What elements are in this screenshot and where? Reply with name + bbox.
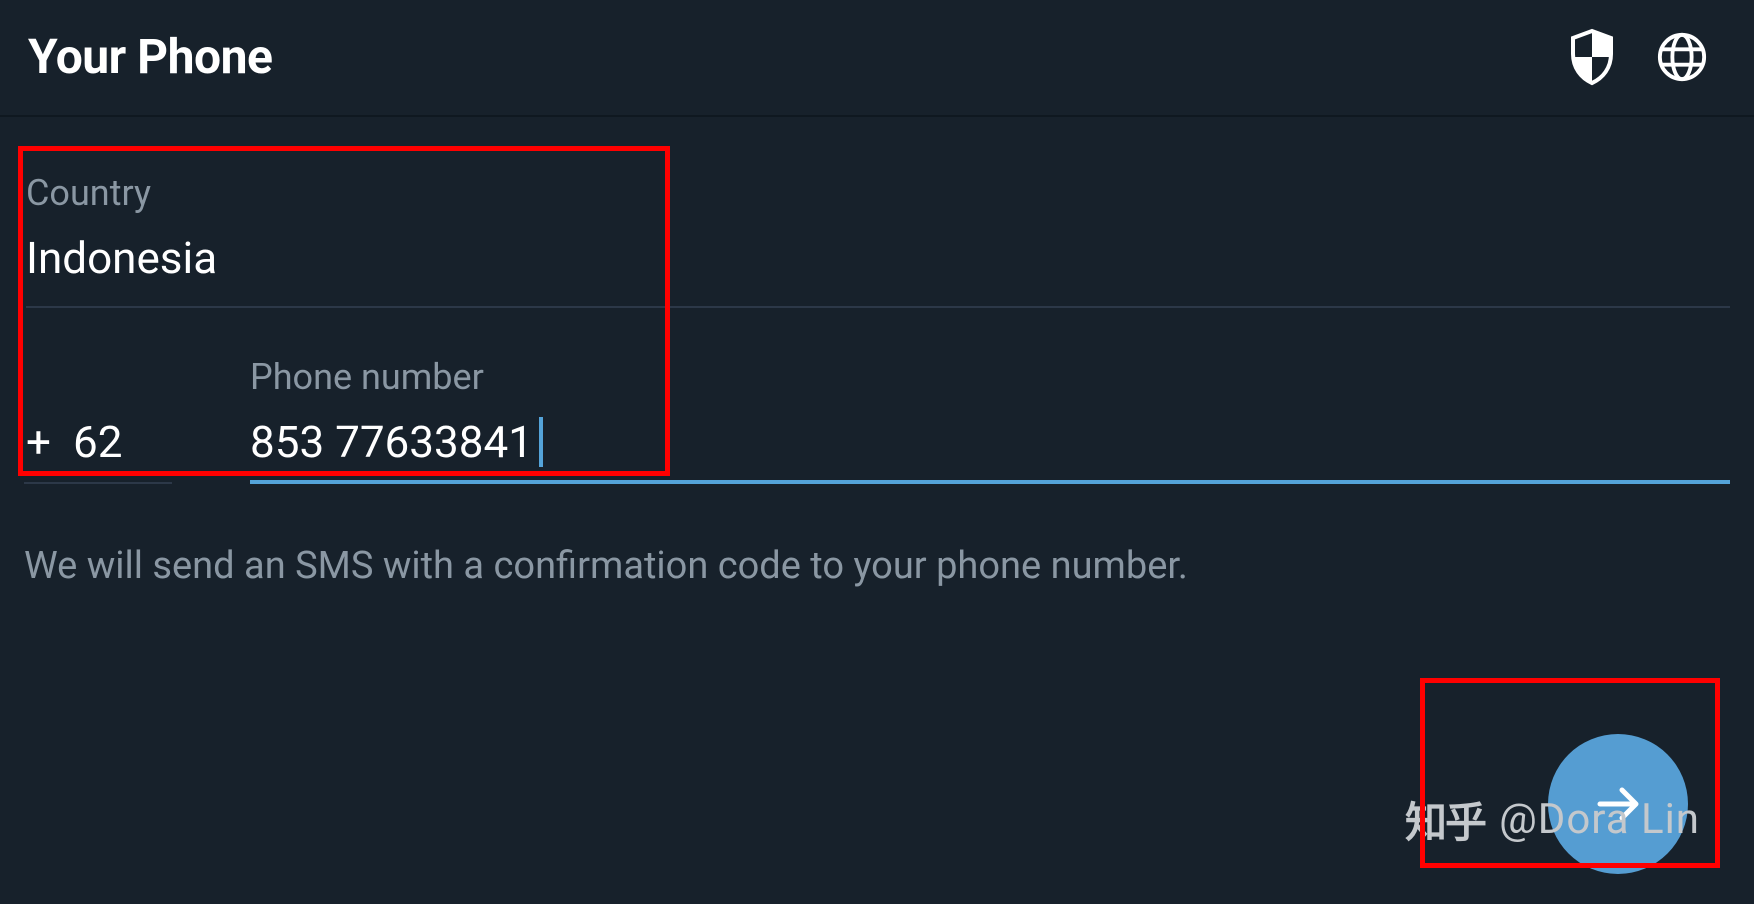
info-text: We will send an SMS with a confirmation … [24, 484, 1730, 588]
country-code-value: 62 [73, 416, 122, 468]
phone-value: 853 77633841 [250, 416, 533, 468]
country-value: Indonesia [26, 232, 1730, 308]
country-code-input[interactable]: + 62 [24, 416, 172, 484]
phone-label: Phone number [250, 356, 1730, 398]
phone-number-field[interactable]: Phone number 853 77633841 [250, 356, 1730, 484]
language-icon[interactable] [1656, 31, 1708, 83]
phone-field-row: + 62 Phone number 853 77633841 [24, 308, 1730, 484]
security-icon[interactable] [1566, 31, 1618, 83]
header-actions [1566, 31, 1722, 83]
content-area: Country Indonesia + 62 Phone number 853 … [0, 117, 1754, 588]
watermark: 知乎 @Dora Lin [1405, 789, 1700, 850]
watermark-zhihu: 知乎 [1405, 789, 1485, 850]
watermark-author: @Dora Lin [1499, 795, 1700, 844]
plus-prefix: + [26, 416, 51, 468]
app-header: Your Phone [0, 0, 1754, 117]
phone-input-line: 853 77633841 [250, 416, 1730, 484]
text-cursor [539, 417, 543, 467]
country-label: Country [26, 172, 1730, 214]
country-field[interactable]: Country Indonesia [24, 117, 1730, 308]
page-title: Your Phone [28, 28, 272, 85]
